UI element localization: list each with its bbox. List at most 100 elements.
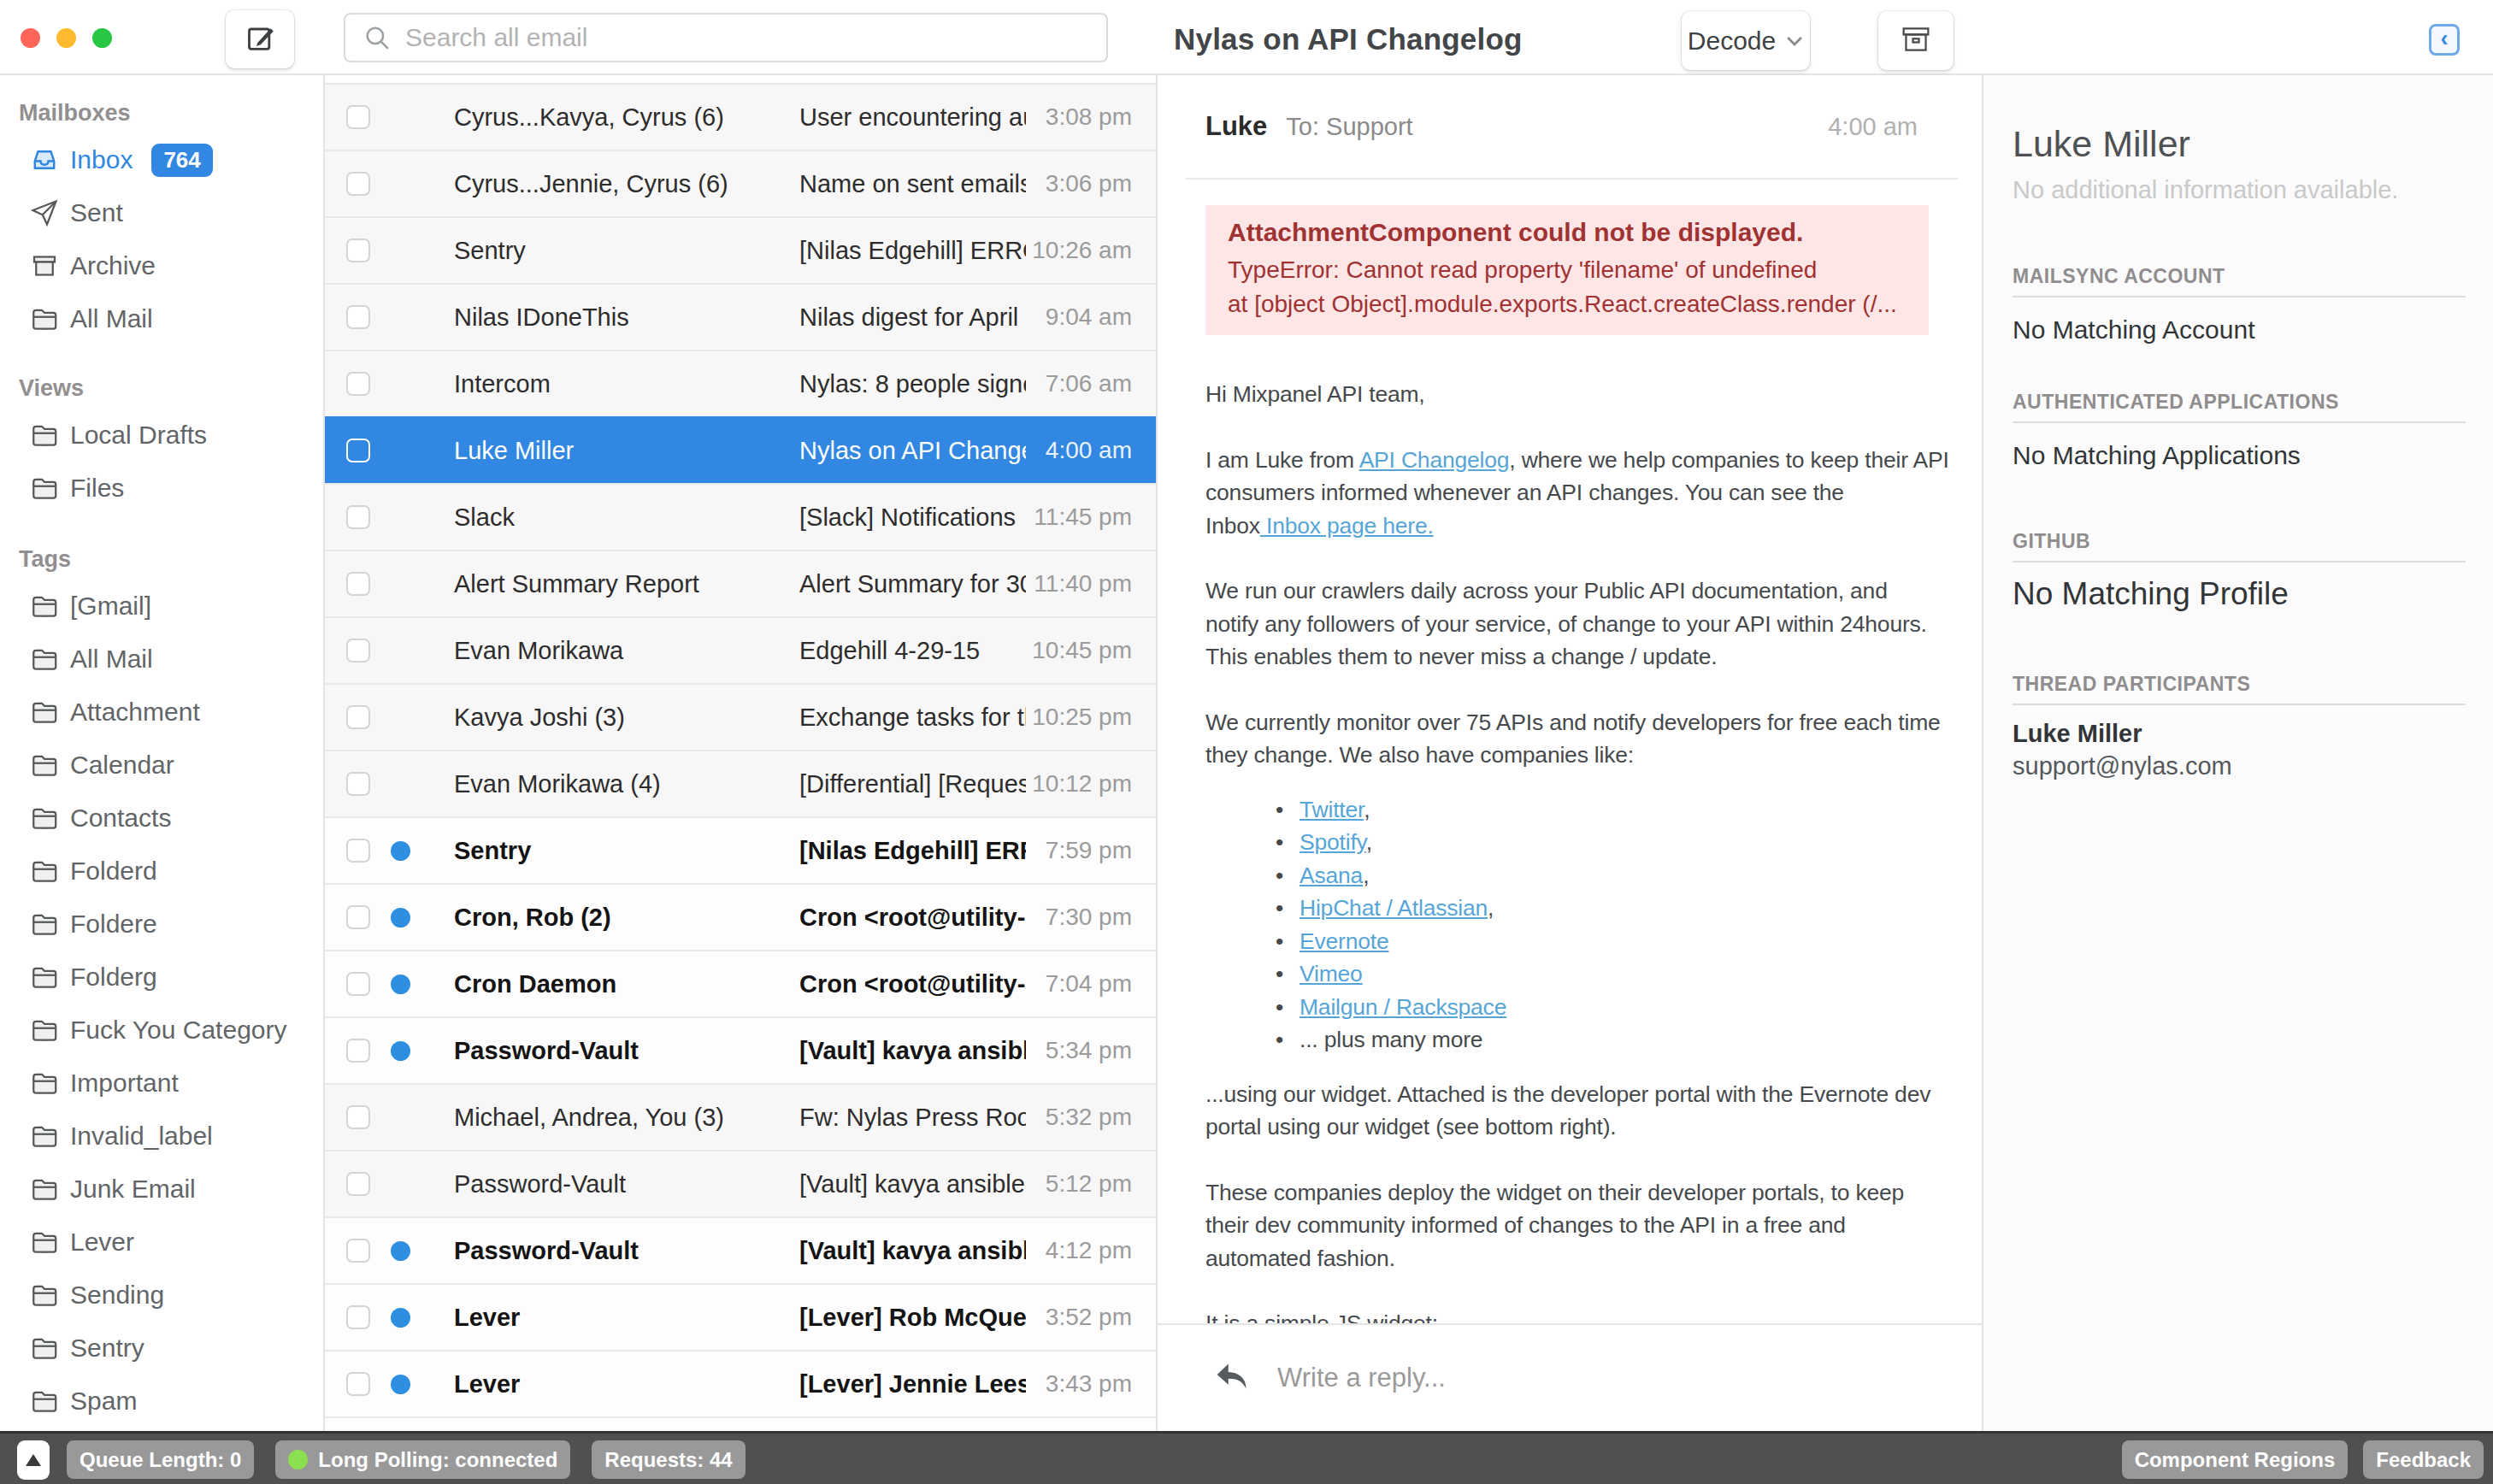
thread-checkbox[interactable] — [346, 639, 370, 662]
email-list-row[interactable]: Alert Summary ReportAlert Summary for 30… — [325, 550, 1156, 616]
search-input[interactable] — [405, 23, 1004, 52]
sidebar-item-spam[interactable]: Spam — [0, 1375, 323, 1428]
thread-checkbox[interactable] — [346, 905, 370, 929]
body-link[interactable]: API Changelog — [1359, 447, 1510, 473]
body-link[interactable]: HipChat / Atlassian — [1300, 895, 1488, 921]
body-link[interactable]: Twitter — [1300, 797, 1364, 822]
email-list-row[interactable]: Michael, Andrea, You (3)Fw: Nylas Press … — [325, 1083, 1156, 1150]
thread-checkbox[interactable] — [346, 505, 370, 529]
thread-checkbox[interactable] — [346, 172, 370, 196]
email-list-row[interactable]: Luke MillerNylas on API Changelog4:00 am — [325, 416, 1156, 483]
folder-icon — [29, 303, 60, 334]
email-list-row[interactable] — [325, 1416, 1156, 1431]
sidebar-item-files[interactable]: Files — [0, 462, 323, 515]
email-list-row[interactable]: Cyrus...Kavya, Cyrus (6)User encounterin… — [325, 83, 1156, 150]
sidebar-item-foldere[interactable]: Foldere — [0, 898, 323, 951]
thread-checkbox[interactable] — [346, 1239, 370, 1263]
sidebar-item-label: Important — [70, 1069, 179, 1098]
sidebar-item-all-mail[interactable]: All Mail — [0, 292, 323, 345]
chevron-left-icon: ‹ — [2441, 26, 2449, 52]
sidebar-item-contacts[interactable]: Contacts — [0, 792, 323, 845]
sidebar-item-inbox[interactable]: Inbox764 — [0, 133, 323, 186]
unread-dot-icon — [391, 1375, 410, 1394]
thread-checkbox[interactable] — [346, 372, 370, 396]
email-list-row[interactable]: Password-Vault[Vault] kavya ansible-v5:1… — [325, 1150, 1156, 1216]
sidebar-item-folderd[interactable]: Folderd — [0, 845, 323, 898]
thread-checkbox[interactable] — [346, 705, 370, 729]
sidebar-item-sent[interactable]: Sent — [0, 186, 323, 239]
body-link[interactable]: Inbox page here. — [1260, 513, 1434, 539]
thread-checkbox[interactable] — [346, 839, 370, 863]
compose-button[interactable] — [226, 10, 294, 68]
body-link[interactable]: Mailgun / Rackspace — [1300, 994, 1506, 1020]
minimize-window-button[interactable] — [56, 28, 76, 48]
thread-checkbox[interactable] — [346, 1372, 370, 1396]
email-list-row[interactable]: Cyrus...Jennie, Cyrus (6)Name on sent em… — [325, 150, 1156, 216]
email-time: 10:12 pm — [1026, 770, 1156, 798]
reply-bar[interactable]: Write a reply... — [1158, 1323, 1982, 1431]
email-list-row[interactable]: Slack[Slack] Notifications11:45 pm — [325, 483, 1156, 550]
statusbar-pill-requests-44[interactable]: Requests: 44 — [592, 1440, 745, 1479]
sidebar-item-important[interactable]: Important — [0, 1057, 323, 1110]
thread-checkbox[interactable] — [346, 572, 370, 596]
statusbar-left-group: Queue Length: 0 Long Polling: connected Re… — [67, 1440, 746, 1479]
thread-checkbox[interactable] — [346, 238, 370, 262]
email-list-row[interactable]: IntercomNylas: 8 people signed7:06 am — [325, 350, 1156, 416]
sidebar-item-local-drafts[interactable]: Local Drafts — [0, 409, 323, 462]
thread-checkbox[interactable] — [346, 1305, 370, 1329]
message-body: Hi Mixpanel API team,I am Luke from API … — [1205, 378, 1958, 1323]
email-list-row[interactable]: Kavya Joshi (3)Exchange tasks for th10:2… — [325, 683, 1156, 750]
statusbar-pill-queue-length-0[interactable]: Queue Length: 0 — [67, 1440, 254, 1479]
archive-button[interactable] — [1878, 11, 1954, 70]
toggle-sidebar-button[interactable]: ‹ — [2429, 24, 2460, 56]
email-sender: Slack — [454, 504, 799, 532]
sidebar-item-calendar[interactable]: Calendar — [0, 739, 323, 792]
participant-name: Luke Miller — [2013, 720, 2466, 748]
thread-checkbox[interactable] — [346, 1039, 370, 1063]
body-link[interactable]: Evernote — [1300, 928, 1388, 954]
thread-checkbox[interactable] — [346, 1105, 370, 1129]
zoom-window-button[interactable] — [92, 28, 112, 48]
sidebar-item-archive[interactable]: Archive — [0, 239, 323, 292]
email-list-row[interactable]: Password-Vault[Vault] kavya ansible5:34 … — [325, 1016, 1156, 1083]
email-list-row[interactable]: Evan MorikawaEdgehill 4-29-1510:45 pm — [325, 616, 1156, 683]
thread-checkbox[interactable] — [346, 305, 370, 329]
sidebar-item-all-mail[interactable]: All Mail — [0, 633, 323, 686]
sidebar-item-sentry[interactable]: Sentry — [0, 1322, 323, 1375]
email-list-row[interactable]: Lever[Lever] Rob McQuee3:52 pm — [325, 1283, 1156, 1350]
body-link[interactable]: Vimeo — [1300, 961, 1363, 986]
sidebar-item-attachment[interactable]: Attachment — [0, 686, 323, 739]
sidebar-item-gmail[interactable]: [Gmail] — [0, 580, 323, 633]
sidebar-item-lever[interactable]: Lever — [0, 1216, 323, 1269]
sidebar-item-invalid-label[interactable]: Invalid_label — [0, 1110, 323, 1163]
statusbar-pill-component-regions[interactable]: Component Regions — [2122, 1440, 2349, 1479]
email-list-row[interactable]: Cron, Rob (2)Cron <root@utility-u7:30 pm — [325, 883, 1156, 950]
thread-checkbox[interactable] — [346, 772, 370, 796]
statusbar-pill-label: Feedback — [2376, 1448, 2471, 1472]
body-link[interactable]: Spotify — [1300, 829, 1366, 855]
statusbar-pill-long-polling-connected[interactable]: Long Polling: connected — [275, 1440, 570, 1479]
activity-icon[interactable] — [17, 1440, 50, 1480]
body-link[interactable]: Asana — [1300, 863, 1363, 888]
email-list-row[interactable]: Cron DaemonCron <root@utility-u7:04 pm — [325, 950, 1156, 1016]
send-icon — [29, 197, 60, 228]
close-window-button[interactable] — [21, 28, 40, 48]
email-list-row[interactable]: Sentry[Nilas Edgehill] ERRO10:26 am — [325, 216, 1156, 283]
sidebar-item-fuck-you-category[interactable]: Fuck You Category — [0, 1004, 323, 1057]
sidebar-item-folderg[interactable]: Folderg — [0, 951, 323, 1004]
email-list-row[interactable]: Nilas IDoneThisNilas digest for April 29… — [325, 283, 1156, 350]
sidebar-item-sending[interactable]: Sending — [0, 1269, 323, 1322]
inbox-icon — [29, 144, 60, 175]
sidebar-item-label: All Mail — [70, 645, 153, 674]
email-list-row[interactable]: Lever[Lever] Jennie Lees (3:43 pm — [325, 1350, 1156, 1416]
email-list-row[interactable]: Sentry[Nilas Edgehill] ERR7:59 pm — [325, 816, 1156, 883]
thread-checkbox[interactable] — [346, 1172, 370, 1196]
decode-button[interactable]: Decode — [1682, 11, 1810, 70]
email-list-row[interactable]: Password-Vault[Vault] kavya ansible4:12 … — [325, 1216, 1156, 1283]
sidebar-item-junk-email[interactable]: Junk Email — [0, 1163, 323, 1216]
thread-checkbox[interactable] — [346, 439, 370, 462]
thread-checkbox[interactable] — [346, 105, 370, 129]
thread-checkbox[interactable] — [346, 972, 370, 996]
email-list-row[interactable]: Evan Morikawa (4)[Differential] [Reques1… — [325, 750, 1156, 816]
statusbar-pill-feedback[interactable]: Feedback — [2363, 1440, 2484, 1479]
